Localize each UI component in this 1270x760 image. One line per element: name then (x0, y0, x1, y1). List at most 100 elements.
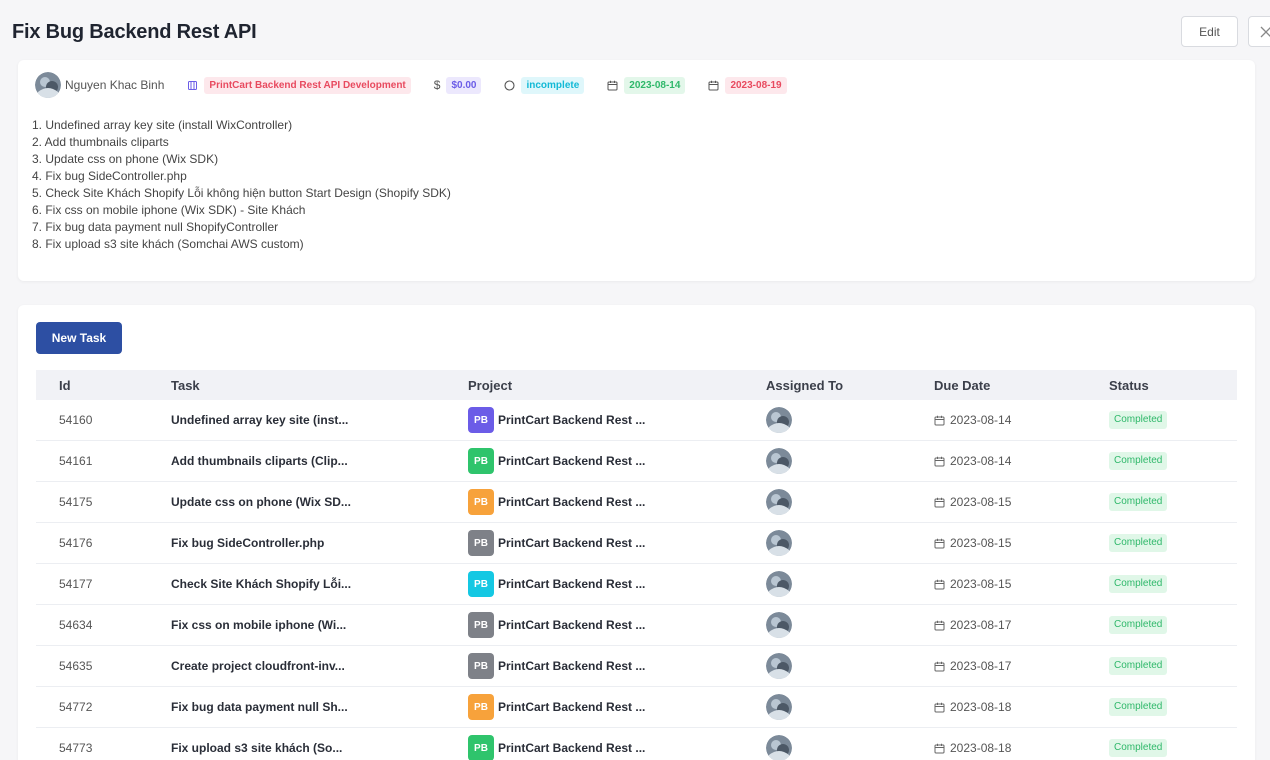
project-name: PrintCart Backend Rest ... (498, 700, 646, 714)
status-badge-text: Completed (1109, 452, 1168, 470)
assignee-avatar[interactable] (766, 735, 792, 760)
assignee-avatar[interactable] (766, 694, 792, 720)
task-name-link[interactable]: Update css on phone (Wix SD... (171, 495, 351, 509)
calendar-icon (934, 579, 945, 589)
assignee-avatar[interactable] (766, 530, 792, 556)
task-meta: Nguyen Khac Binh PrintCart Backend Rest … (35, 72, 787, 98)
assignee-avatar[interactable] (766, 653, 792, 679)
project-cell[interactable]: PB PrintCart Backend Rest ... (468, 694, 645, 720)
project-cell[interactable]: PB PrintCart Backend Rest ... (468, 653, 645, 679)
start-date-meta: 2023-08-14 (607, 76, 686, 94)
task-name-link[interactable]: Check Site Khách Shopify Lỗi... (171, 577, 351, 591)
calendar-icon (934, 456, 945, 466)
table-row[interactable]: 54772 Fix bug data payment null Sh... PB… (36, 687, 1237, 728)
task-detail-card: Nguyen Khac Binh PrintCart Backend Rest … (18, 60, 1255, 281)
project-cell[interactable]: PB PrintCart Backend Rest ... (468, 489, 645, 515)
table-row[interactable]: 54634 Fix css on mobile iphone (Wi... PB… (36, 605, 1237, 646)
column-header-task[interactable]: Task (171, 378, 200, 393)
project-name: PrintCart Backend Rest ... (498, 577, 646, 591)
task-id: 54160 (59, 413, 93, 427)
description-line: 2. Add thumbnails cliparts (32, 135, 169, 149)
table-row[interactable]: 54635 Create project cloudfront-inv... P… (36, 646, 1237, 687)
project-abbr-badge: PB (468, 612, 494, 638)
task-name-link[interactable]: Undefined array key site (inst... (171, 413, 348, 427)
description-line: 7. Fix bug data payment null ShopifyCont… (32, 220, 279, 234)
status-badge: Completed (1109, 616, 1168, 634)
column-header-project[interactable]: Project (468, 378, 512, 393)
start-date-pill: 2023-08-14 (624, 76, 686, 94)
table-row[interactable]: 54773 Fix upload s3 site khách (So... PB… (36, 728, 1237, 760)
assignee-avatar[interactable] (766, 489, 792, 515)
status-meta: incomplete (504, 76, 585, 94)
assignee-avatar[interactable] (766, 448, 792, 474)
project-name: PrintCart Backend Rest ... (498, 659, 646, 673)
project-cell[interactable]: PB PrintCart Backend Rest ... (468, 530, 645, 556)
project-cell[interactable]: PB PrintCart Backend Rest ... (468, 612, 645, 638)
close-button[interactable] (1248, 16, 1270, 47)
status-badge: Completed (1109, 452, 1168, 470)
amount-pill: $0.00 (446, 76, 482, 94)
task-name-link[interactable]: Add thumbnails cliparts (Clip... (171, 454, 348, 468)
project-cell[interactable]: PB PrintCart Backend Rest ... (468, 448, 645, 474)
task-id: 54773 (59, 741, 93, 755)
page-header: Fix Bug Backend Rest API Edit (0, 0, 1270, 66)
status-badge-text: Completed (1109, 493, 1168, 511)
due-date-text: 2023-08-15 (950, 495, 1012, 509)
assignee-avatar[interactable] (766, 612, 792, 638)
task-name-link[interactable]: Create project cloudfront-inv... (171, 659, 345, 673)
table-row[interactable]: 54175 Update css on phone (Wix SD... PB … (36, 482, 1237, 523)
end-date-meta: 2023-08-19 (708, 76, 787, 94)
calendar-icon (934, 497, 945, 507)
task-name-link[interactable]: Fix upload s3 site khách (So... (171, 741, 342, 755)
column-header-status[interactable]: Status (1109, 378, 1149, 393)
project-cell[interactable]: PB PrintCart Backend Rest ... (468, 735, 645, 760)
due-date-text: 2023-08-18 (950, 700, 1012, 714)
assignee-avatar[interactable] (766, 571, 792, 597)
due-date: 2023-08-18 (934, 700, 1011, 714)
description-line: 1. Undefined array key site (install Wix… (32, 118, 293, 132)
due-date: 2023-08-17 (934, 618, 1011, 632)
task-id: 54161 (59, 454, 93, 468)
table-header: Id Task Project Assigned To Due Date Sta… (36, 370, 1237, 400)
table-row[interactable]: 54161 Add thumbnails cliparts (Clip... P… (36, 441, 1237, 482)
column-header-id[interactable]: Id (59, 378, 71, 393)
status-badge-text: Completed (1109, 411, 1168, 429)
project-name: PrintCart Backend Rest ... (498, 413, 646, 427)
task-id: 54175 (59, 495, 93, 509)
table-row[interactable]: 54160 Undefined array key site (inst... … (36, 400, 1237, 441)
edit-button[interactable]: Edit (1181, 16, 1238, 47)
assignee-avatar[interactable] (766, 407, 792, 433)
project-icon (188, 80, 198, 90)
task-name-link[interactable]: Fix bug data payment null Sh... (171, 700, 348, 714)
task-id: 54635 (59, 659, 93, 673)
table-row[interactable]: 54176 Fix bug SideController.php PB Prin… (36, 523, 1237, 564)
project-abbr-badge: PB (468, 571, 494, 597)
status-pill: incomplete (521, 76, 585, 94)
description-line: 5. Check Site Khách Shopify Lỗi không hi… (32, 186, 451, 200)
project-cell[interactable]: PB PrintCart Backend Rest ... (468, 571, 645, 597)
task-name-link[interactable]: Fix css on mobile iphone (Wi... (171, 618, 346, 632)
due-date: 2023-08-15 (934, 577, 1011, 591)
calendar-icon (934, 661, 945, 671)
status-badge: Completed (1109, 411, 1168, 429)
due-date-text: 2023-08-15 (950, 577, 1012, 591)
status-badge: Completed (1109, 657, 1168, 675)
due-date: 2023-08-14 (934, 413, 1011, 427)
task-id: 54176 (59, 536, 93, 550)
project-cell[interactable]: PB PrintCart Backend Rest ... (468, 407, 645, 433)
close-icon (1260, 26, 1270, 37)
new-task-button[interactable]: New Task (36, 322, 122, 354)
due-date: 2023-08-15 (934, 495, 1011, 509)
calendar-icon (934, 743, 945, 753)
avatar (35, 72, 61, 98)
calendar-icon (934, 620, 945, 630)
description-line: 6. Fix css on mobile iphone (Wix SDK) - … (32, 203, 306, 217)
amount-meta: $ $0.00 (434, 76, 482, 94)
column-header-due[interactable]: Due Date (934, 378, 990, 393)
task-name-link[interactable]: Fix bug SideController.php (171, 536, 324, 550)
column-header-assigned[interactable]: Assigned To (766, 378, 843, 393)
due-date-text: 2023-08-14 (950, 413, 1012, 427)
project-pill[interactable]: PrintCart Backend Rest API Development (204, 76, 411, 94)
table-row[interactable]: 54177 Check Site Khách Shopify Lỗi... PB… (36, 564, 1237, 605)
project-name: PrintCart Backend Rest ... (498, 741, 646, 755)
